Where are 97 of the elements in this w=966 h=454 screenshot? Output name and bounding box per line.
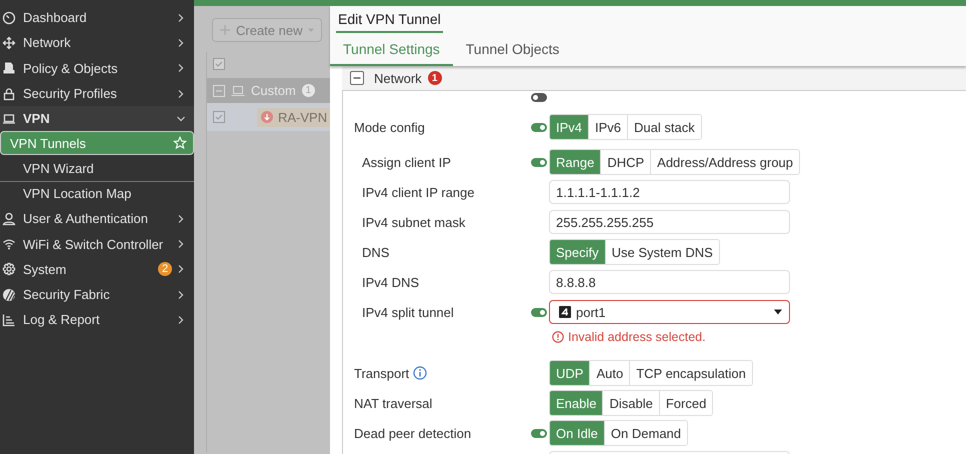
plus-icon (219, 24, 231, 36)
field-label: IPv4 subnet mask (362, 214, 466, 230)
option-button[interactable]: IPv4 (550, 115, 588, 139)
count-badge: 2 (158, 262, 172, 276)
tab[interactable]: Tunnel Objects (452, 33, 572, 66)
chevron-right-icon (176, 214, 186, 224)
field-label: NAT traversal (354, 396, 432, 410)
option-button[interactable]: Specify (550, 240, 605, 264)
caret-icon (307, 26, 316, 34)
collapse-icon (213, 84, 225, 96)
sidebar-item[interactable]: Log & Report (0, 307, 194, 333)
bar-chart-icon (2, 312, 16, 327)
chevron-right-icon (176, 63, 186, 74)
option-button[interactable]: Address/Address group (650, 150, 800, 174)
chevron-right-icon (176, 38, 186, 48)
option-button[interactable]: On Demand (604, 421, 688, 445)
sidebar-item[interactable]: Security Profiles (0, 80, 194, 106)
sidebar-item-label: Dashboard (23, 10, 88, 26)
tunnel-name-label: RA-VPN (278, 110, 328, 124)
sidebar-item-label: User & Authentication (23, 211, 150, 226)
field-label: Mode config (354, 120, 425, 134)
option-button[interactable]: On Idle (550, 421, 604, 445)
input-field[interactable]: 8.8.8.8 (549, 270, 790, 294)
user-icon (2, 212, 16, 226)
port-icon (559, 306, 571, 318)
sidebar-item-label: Security Profiles (23, 86, 118, 102)
chevron-right-icon (176, 290, 186, 300)
toggle-switch[interactable] (531, 122, 547, 132)
dropdown-field[interactable]: port1 (549, 300, 790, 324)
warning-circle-icon (552, 331, 564, 343)
chevron-down-icon (176, 114, 186, 124)
sidebar-item[interactable]: User & Authentication (0, 206, 194, 232)
input-field[interactable]: 255.255.255.255 (549, 210, 790, 234)
sidebar-item[interactable]: WiFi & Switch Controller (0, 231, 194, 257)
sidebar-item[interactable]: System 2 (0, 256, 194, 282)
sidebar-item[interactable]: Dashboard (0, 5, 194, 30)
padlock-icon (2, 86, 16, 101)
sidebar-item-label: Log & Report (23, 312, 101, 328)
section-title: Network (374, 70, 422, 86)
input-field[interactable]: 1.1.1.1-1.1.1.2 (549, 180, 790, 204)
sidebar-item[interactable]: Policy & Objects (0, 56, 194, 81)
field-label: Transport (354, 366, 410, 380)
sidebar-item-label: VPN Location Map (23, 186, 132, 202)
toggle-switch[interactable] (531, 308, 547, 316)
sidebar-item-label: Network (23, 35, 72, 50)
gear-icon (2, 262, 16, 276)
option-button[interactable]: Forced (658, 391, 712, 415)
field-label: DNS (362, 244, 390, 260)
dialog-title: Edit VPN Tunnel (336, 11, 443, 33)
sidebar-subitem[interactable]: VPN Tunnels (0, 131, 194, 156)
chevron-right-icon (176, 88, 186, 99)
group-label: Custom (251, 83, 296, 98)
toggle-switch[interactable] (531, 92, 547, 102)
field-label: IPv4 client IP range (362, 184, 474, 200)
wifi-icon (2, 237, 16, 252)
move-arrows-icon (2, 36, 16, 50)
down-arrow-icon (261, 111, 273, 123)
sidebar-item[interactable]: Security Fabric (0, 282, 194, 308)
sidebar-item-label: Security Fabric (23, 287, 111, 302)
sidebar-item[interactable]: VPN (0, 106, 194, 132)
chevron-right-icon (176, 239, 186, 250)
option-button[interactable]: Range (550, 150, 600, 174)
option-button[interactable]: Use System DNS (604, 240, 719, 264)
field-label: IPv4 split tunnel (362, 304, 454, 320)
sidebar-item-label: Policy & Objects (23, 60, 119, 76)
document-icon (2, 61, 16, 76)
chevron-right-icon (176, 264, 186, 274)
sidebar-item-label: WiFi & Switch Controller (23, 236, 164, 252)
sidebar-item[interactable]: Network (0, 30, 194, 56)
sidebar-item-label: VPN Tunnels (10, 136, 87, 151)
checkbox-icon (213, 111, 225, 123)
selected-value: port1 (576, 304, 607, 320)
laptop-icon (231, 84, 245, 96)
collapse-icon (350, 71, 364, 85)
chevron-right-icon (176, 314, 186, 325)
sidebar-item-label: VPN (23, 111, 51, 126)
chevron-right-icon (176, 12, 186, 23)
toggle-switch[interactable] (531, 428, 547, 438)
laptop-icon (2, 112, 16, 126)
caret-icon (773, 308, 783, 316)
option-button[interactable]: TCP encapsulation (629, 361, 752, 385)
option-button[interactable]: Dual stack (627, 115, 701, 139)
field-label: Dead peer detection (354, 426, 472, 440)
section-header[interactable]: Network 1 (342, 66, 966, 91)
field-label: IPv4 DNS (362, 274, 420, 290)
error-message: Invalid address selected. (568, 330, 706, 344)
sidebar-item-label: System (23, 262, 68, 277)
gauge-icon (2, 10, 16, 25)
option-button[interactable]: UDP (550, 361, 590, 385)
sidebar-subitem[interactable]: VPN Wizard (0, 155, 194, 181)
field-label: Assign client IP (362, 154, 451, 170)
error-count-badge: 1 (428, 71, 442, 85)
option-button[interactable]: Enable (550, 391, 602, 415)
toggle-switch[interactable] (531, 158, 547, 166)
count-badge: 1 (302, 84, 315, 97)
sidebar-item-label: VPN Wizard (23, 160, 94, 176)
checkbox-icon (213, 58, 225, 70)
